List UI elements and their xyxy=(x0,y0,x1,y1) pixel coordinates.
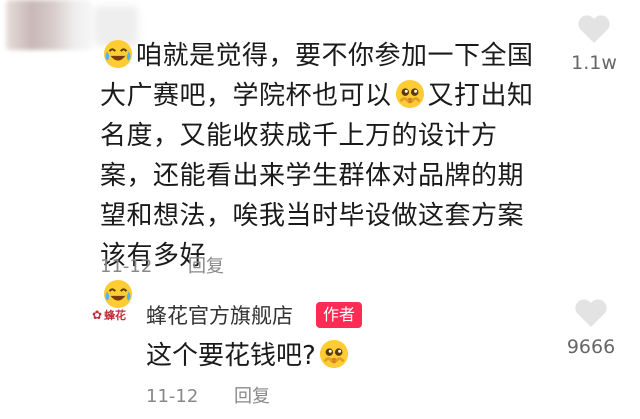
author-badge: 作者 xyxy=(316,302,363,328)
like-button[interactable]: 1.1w xyxy=(562,14,626,74)
commenter-avatar[interactable] xyxy=(6,0,92,50)
like-button[interactable]: 9666 xyxy=(556,298,626,358)
reply-button[interactable]: 回复 xyxy=(234,386,270,407)
heart-icon xyxy=(578,15,610,43)
comment-meta: 11-12 回复 xyxy=(100,252,224,278)
shop-name[interactable]: 蜂花官方旗舰店 xyxy=(146,300,293,330)
pleading-face-emoji xyxy=(395,79,424,109)
comment-item: 咱就是觉得，要不你参加一下全国大广赛吧，学院杯也可以 又打出知名度，又能收获成千… xyxy=(0,0,640,309)
reply-meta: 11-12 回复 xyxy=(146,382,270,408)
reply-text: 这个要花钱吧? xyxy=(146,336,352,376)
reply-item: ✿ 蜂花 蜂花官方旗舰店 作者 这个要花钱吧? 11-12 回复 xyxy=(0,290,640,419)
comment-date: 11-12 xyxy=(100,256,153,277)
shop-logo[interactable]: ✿ 蜂花 xyxy=(92,304,132,326)
shop-logo-text: 蜂花 xyxy=(104,309,127,322)
pleading-face-emoji xyxy=(319,339,348,369)
reply-button[interactable]: 回复 xyxy=(188,256,224,277)
laugh-cry-emoji xyxy=(103,39,133,69)
like-count: 1.1w xyxy=(571,52,617,74)
like-count: 9666 xyxy=(566,336,616,358)
heart-icon xyxy=(575,299,607,327)
flower-icon: ✿ xyxy=(92,308,103,322)
reply-text-content: 这个要花钱吧? xyxy=(146,341,316,371)
reply-date: 11-12 xyxy=(146,386,199,407)
